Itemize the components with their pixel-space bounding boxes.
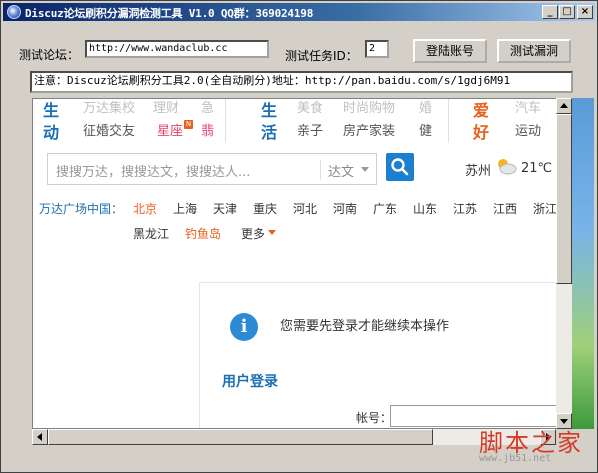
login-button[interactable]: 登陆账号 [413, 39, 487, 63]
nav-heading-bottom: 动 [43, 123, 60, 142]
weather-city[interactable]: 苏州 [465, 160, 491, 179]
nav-heading-bottom: 好 [473, 123, 490, 142]
nav-heading-top: 生 [261, 101, 278, 120]
login-required-message: 您需要先登录才能继续本操作 [280, 319, 450, 334]
city-link[interactable]: 上海 [173, 200, 197, 217]
nav-link-sports[interactable]: 运动 [515, 120, 541, 139]
task-id-input[interactable]: 2 [365, 40, 389, 58]
cities-label: 万达广场中国： [39, 202, 124, 216]
forum-label: 测试论坛： [19, 48, 80, 62]
site-watermark-url: www.jb51.net [479, 453, 552, 464]
city-link[interactable]: 重庆 [253, 200, 277, 217]
city-link[interactable]: 河北 [293, 200, 317, 217]
city-link[interactable]: 钓鱼岛 [185, 225, 221, 242]
more-cities-link[interactable]: 更多 [241, 225, 265, 242]
city-link[interactable]: 天津 [213, 200, 237, 217]
caret-down-icon [268, 230, 276, 235]
city-link[interactable]: 山东 [413, 200, 437, 217]
maximize-button[interactable]: □ [559, 5, 575, 19]
nav-heading-top: 爱 [473, 101, 490, 120]
app-icon [7, 5, 21, 19]
nav-link-home[interactable]: 房产家装 [343, 120, 395, 139]
category-nav: 生 动 万达集校 理财 急 征婚交友 星座 N 翡 生 活 美食 时尚购物 婚 … [33, 99, 571, 145]
search-category-select[interactable]: 达文 [328, 161, 354, 180]
city-link[interactable]: 浙江 [533, 200, 557, 217]
vertical-scroll-thumb[interactable] [556, 114, 572, 284]
nav-link-club[interactable]: 万达集校 [83, 99, 135, 116]
nav-divider [448, 99, 449, 143]
nav-heading-bottom: 活 [261, 123, 278, 142]
minimize-button[interactable]: _ [542, 5, 558, 19]
nav-link-health[interactable]: 健 [419, 120, 432, 139]
nav-link-dating[interactable]: 征婚交友 [83, 120, 135, 139]
app-window: Discuz论坛刷积分漏洞检测工具 V1.0 QQ群：369024198 _ □… [0, 0, 598, 473]
nav-link-food[interactable]: 美食 [297, 99, 323, 116]
city-link[interactable]: 河南 [333, 200, 357, 217]
forum-url-input[interactable]: http://www.wandaclub.cc [85, 40, 269, 58]
new-badge: N [184, 120, 193, 129]
nav-link-shopping[interactable]: 时尚购物 [343, 99, 395, 116]
nav-link-wedding[interactable]: 婚 [419, 99, 432, 116]
partly-cloudy-icon [498, 159, 517, 175]
site-search-box: 搜搜万达，搜搜达文，搜搜达人... 达文 [47, 153, 377, 185]
test-vulnerability-button[interactable]: 测试漏洞 [497, 39, 571, 63]
horizontal-scroll-thumb[interactable] [48, 429, 433, 445]
nav-link-urgent[interactable]: 急 [201, 99, 214, 116]
scroll-up-arrow[interactable] [556, 98, 572, 114]
embedded-browser[interactable]: 生 动 万达集校 理财 急 征婚交友 星座 N 翡 生 活 美食 时尚购物 婚 … [32, 98, 572, 429]
search-button[interactable] [386, 153, 414, 181]
nav-block-activity: 生 动 万达集校 理财 急 征婚交友 星座 N 翡 [33, 99, 223, 145]
nav-link-car[interactable]: 汽车 [515, 99, 541, 116]
city-link[interactable]: 黑龙江 [133, 225, 169, 242]
close-button[interactable]: × [577, 5, 593, 19]
nav-heading-top: 生 [43, 101, 60, 120]
account-label: 帐号： [356, 411, 393, 425]
info-icon: i [230, 313, 258, 341]
city-link[interactable]: 江苏 [453, 200, 477, 217]
chevron-down-icon [361, 167, 369, 172]
nav-link-extra[interactable]: 翡 [201, 120, 214, 139]
nav-link-horoscope[interactable]: 星座 [157, 120, 183, 139]
search-divider [320, 160, 321, 180]
nav-divider [225, 99, 226, 143]
task-id-label: 测试任务ID： [285, 49, 358, 63]
window-title: Discuz论坛刷积分漏洞检测工具 V1.0 QQ群：369024198 [25, 7, 314, 20]
nav-link-finance[interactable]: 理财 [153, 99, 179, 116]
login-required-panel: i 您需要先登录才能继续本操作 用户登录 帐号： [199, 282, 571, 428]
city-link[interactable]: 北京 [133, 200, 157, 217]
nav-block-life: 生 活 美食 时尚购物 婚 亲子 房产家装 健 [251, 99, 441, 145]
city-link[interactable]: 广东 [373, 200, 397, 217]
search-input[interactable]: 搜搜万达，搜搜达文，搜搜达人... [56, 161, 250, 180]
city-link[interactable]: 江西 [493, 200, 517, 217]
title-bar: Discuz论坛刷积分漏洞检测工具 V1.0 QQ群：369024198 _ □… [3, 3, 595, 21]
scroll-left-arrow[interactable] [32, 429, 48, 445]
desktop-background [572, 98, 594, 429]
notice-field[interactable]: 注意：Discuz论坛刷积分工具2.0(全自动刷分)地址：http://pan.… [30, 71, 573, 93]
nav-link-parenting[interactable]: 亲子 [297, 120, 323, 139]
search-icon [391, 158, 409, 176]
login-heading: 用户登录 [222, 374, 278, 390]
